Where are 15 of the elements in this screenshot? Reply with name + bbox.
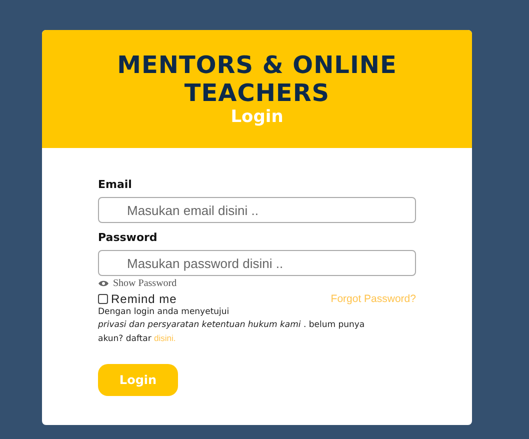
login-button[interactable]: Login [98,364,178,396]
login-heading: Login [230,107,284,127]
register-link[interactable]: disini. [154,333,176,343]
input-field[interactable]: Masukan password disini .. [98,250,416,276]
app-title: MENTORS & ONLINE TEACHERS [116,51,398,107]
agreement-intro: Dengan login anda menyetujui [98,306,230,319]
field-label: Email [98,178,133,191]
remind-checkbox[interactable] [98,294,108,304]
remind-label: Remind me [111,292,177,306]
show-password-label[interactable]: Show Password [113,278,177,289]
input-field[interactable]: Masukan email disini .. [98,197,416,223]
forgot-password-link[interactable]: Forgot Password? [330,293,416,305]
field-label: Password [98,231,158,244]
eye-icon[interactable] [98,280,109,287]
agreement-text: privasi dan persyaratan ketentuan hukum kami . belum punya akun? daftar disini. [98,319,366,346]
